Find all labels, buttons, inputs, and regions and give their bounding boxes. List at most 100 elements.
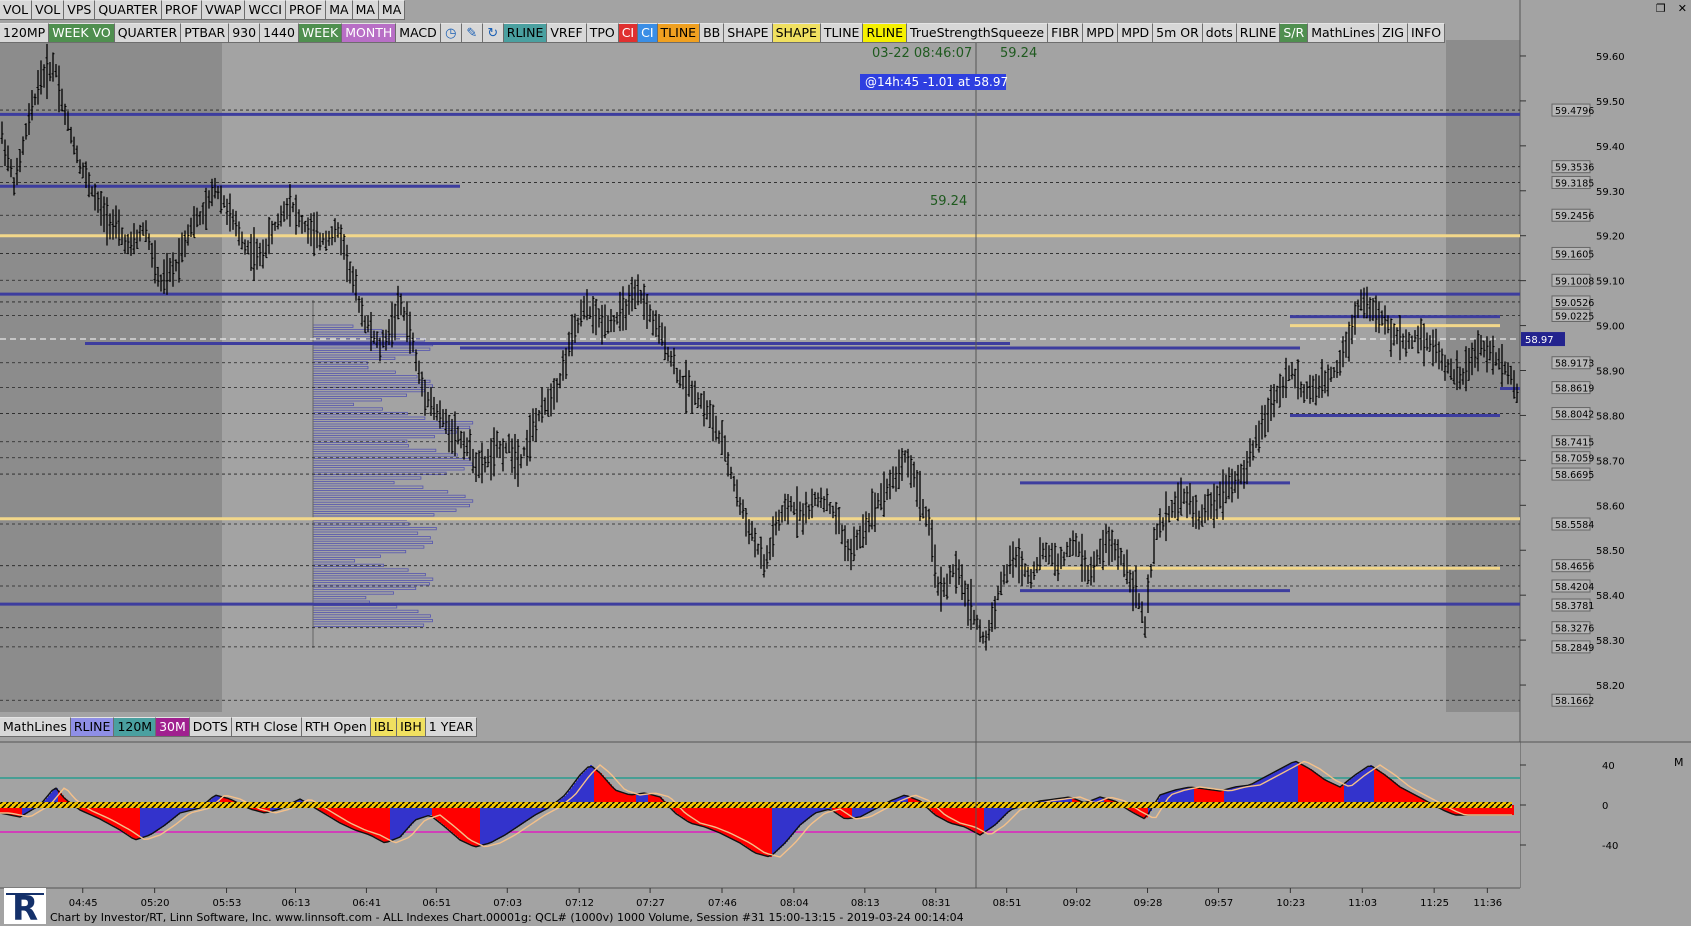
bottom-button-4[interactable]: DOTS — [189, 717, 232, 737]
bottom-button-3[interactable]: 30M — [156, 717, 190, 737]
top-button-8[interactable]: MA — [326, 0, 353, 20]
indicator-button-29[interactable]: RLINE — [1236, 23, 1281, 43]
osc-histogram-bar — [1300, 763, 1302, 805]
osc-histogram-bar — [792, 805, 794, 835]
osc-histogram-bar — [1392, 780, 1394, 805]
x-tick-label: 06:13 — [282, 898, 311, 909]
price-chart[interactable]: 59.4796 59.3536 59.3185 59.2456 59.1605 59.10… — [0, 0, 1691, 926]
osc-histogram-bar — [144, 805, 146, 837]
indicator-button-1[interactable]: WEEK VO — [49, 23, 115, 43]
indicator-button-2[interactable]: QUARTER — [114, 23, 182, 43]
osc-histogram-bar — [768, 805, 770, 857]
osc-histogram-bar — [1352, 777, 1354, 805]
indicator-button-33[interactable]: INFO — [1408, 23, 1446, 43]
indicator-button-30[interactable]: S/R — [1280, 23, 1309, 43]
osc-histogram-bar — [460, 805, 462, 840]
osc-histogram-bar — [474, 805, 476, 847]
indicator-button-26[interactable]: MPD — [1118, 23, 1154, 43]
indicator-button-0[interactable]: 120MP — [0, 23, 50, 43]
osc-histogram-bar — [148, 805, 150, 836]
osc-histogram-bar — [764, 805, 766, 856]
session-shade-left — [0, 40, 222, 712]
osc-histogram-bar — [796, 805, 798, 830]
bottom-button-7[interactable]: IBL — [370, 717, 398, 737]
indicator-button-16[interactable]: CI — [638, 23, 658, 43]
osc-histogram-bar — [502, 805, 504, 837]
y-tick-label: 58.40 — [1596, 591, 1625, 602]
osc-histogram-bar — [398, 805, 400, 838]
osc-histogram-bar — [590, 765, 592, 805]
crosshair-badge-text: @14h:45 -1.01 at 58.97 — [865, 75, 1008, 89]
level-label: 58.6695 — [1555, 470, 1594, 481]
indicator-button-14[interactable]: TPO — [586, 23, 619, 43]
indicator-button-17[interactable]: TLINE — [657, 23, 701, 43]
indicator-button-8[interactable]: MACD — [396, 23, 441, 43]
top-button-1[interactable]: VOL — [32, 0, 65, 20]
osc-histogram-bar — [452, 805, 454, 834]
indicator-button-3[interactable]: PTBAR — [181, 23, 230, 43]
indicator-button-25[interactable]: MPD — [1083, 23, 1119, 43]
x-tick-label: 11:36 — [1473, 898, 1502, 909]
investor-rt-logo-icon: R — [4, 888, 46, 924]
top-button-2[interactable]: VPS — [64, 0, 96, 20]
osc-histogram-bar — [504, 805, 506, 836]
osc-histogram-bar — [584, 771, 586, 805]
osc-histogram-bar — [982, 805, 984, 834]
bottom-button-8[interactable]: IBH — [397, 717, 426, 737]
indicator-button-31[interactable]: MathLines — [1308, 23, 1380, 43]
indicator-button-21[interactable]: TLINE — [820, 23, 864, 43]
indicator-button-20[interactable]: SHAPE — [772, 23, 821, 43]
indicator-button-23[interactable]: TrueStrengthSqueeze — [907, 23, 1049, 43]
osc-histogram-bar — [372, 805, 374, 837]
y-tick-label: 59.00 — [1596, 322, 1625, 333]
top-button-4[interactable]: PROF — [161, 0, 203, 20]
top-button-0[interactable]: VOL — [0, 0, 33, 20]
osc-histogram-bar — [404, 805, 406, 833]
bottom-button-9[interactable]: 1 YEAR — [425, 717, 478, 737]
bottom-button-0[interactable]: MathLines — [0, 717, 71, 737]
osc-zero-band — [0, 802, 1512, 808]
indicator-button-7[interactable]: MONTH — [342, 23, 397, 43]
indicator-button-4[interactable]: 930 — [229, 23, 261, 43]
close-icon[interactable]: ✕ — [1678, 2, 1687, 15]
top-button-6[interactable]: WCCI — [245, 0, 286, 20]
osc-histogram-bar — [992, 805, 994, 827]
clock-icon[interactable]: ◷ — [440, 23, 462, 43]
indicator-button-5[interactable]: 1440 — [260, 23, 299, 43]
indicator-button-19[interactable]: SHAPE — [724, 23, 773, 43]
indicator-button-18[interactable]: BB — [700, 23, 725, 43]
y-tick-label: 58.30 — [1596, 636, 1625, 647]
bottom-button-5[interactable]: RTH Close — [231, 717, 302, 737]
osc-histogram-bar — [516, 805, 518, 828]
osc-histogram-bar — [984, 805, 986, 833]
top-button-7[interactable]: PROF — [285, 0, 327, 20]
x-tick-label: 11:03 — [1348, 898, 1377, 909]
restore-icon[interactable]: ❐ — [1656, 2, 1666, 15]
indicator-button-12[interactable]: RLINE — [503, 23, 548, 43]
indicator-button-6[interactable]: WEEK — [298, 23, 343, 43]
top-button-5[interactable]: VWAP — [202, 0, 246, 20]
refresh-icon[interactable]: ↻ — [482, 23, 504, 43]
osc-histogram-bar — [1386, 775, 1388, 805]
indicator-button-27[interactable]: 5m OR — [1153, 23, 1203, 43]
pencil-icon[interactable]: ✎ — [461, 23, 483, 43]
level-label: 58.4656 — [1555, 562, 1594, 573]
indicator-button-24[interactable]: FIBR — [1048, 23, 1084, 43]
indicator-button-32[interactable]: ZIG — [1379, 23, 1408, 43]
y-tick-label: 59.60 — [1596, 52, 1625, 63]
osc-histogram-bar — [374, 805, 376, 838]
top-button-3[interactable]: QUARTER — [95, 0, 162, 20]
bottom-button-6[interactable]: RTH Open — [301, 717, 371, 737]
top-button-10[interactable]: MA — [378, 0, 406, 20]
indicator-button-28[interactable]: dots — [1202, 23, 1237, 43]
osc-histogram-bar — [492, 805, 494, 842]
indicator-button-15[interactable]: CI — [618, 23, 639, 43]
bottom-button-1[interactable]: RLINE — [70, 717, 115, 737]
bottom-button-2[interactable]: 120M — [114, 717, 157, 737]
indicator-button-13[interactable]: VREF — [547, 23, 587, 43]
osc-histogram-bar — [994, 805, 996, 826]
osc-histogram-bar — [756, 805, 758, 854]
indicator-button-22[interactable]: RLINE — [863, 23, 908, 43]
top-button-9[interactable]: MA — [352, 0, 379, 20]
level-label: 59.0225 — [1555, 311, 1594, 322]
